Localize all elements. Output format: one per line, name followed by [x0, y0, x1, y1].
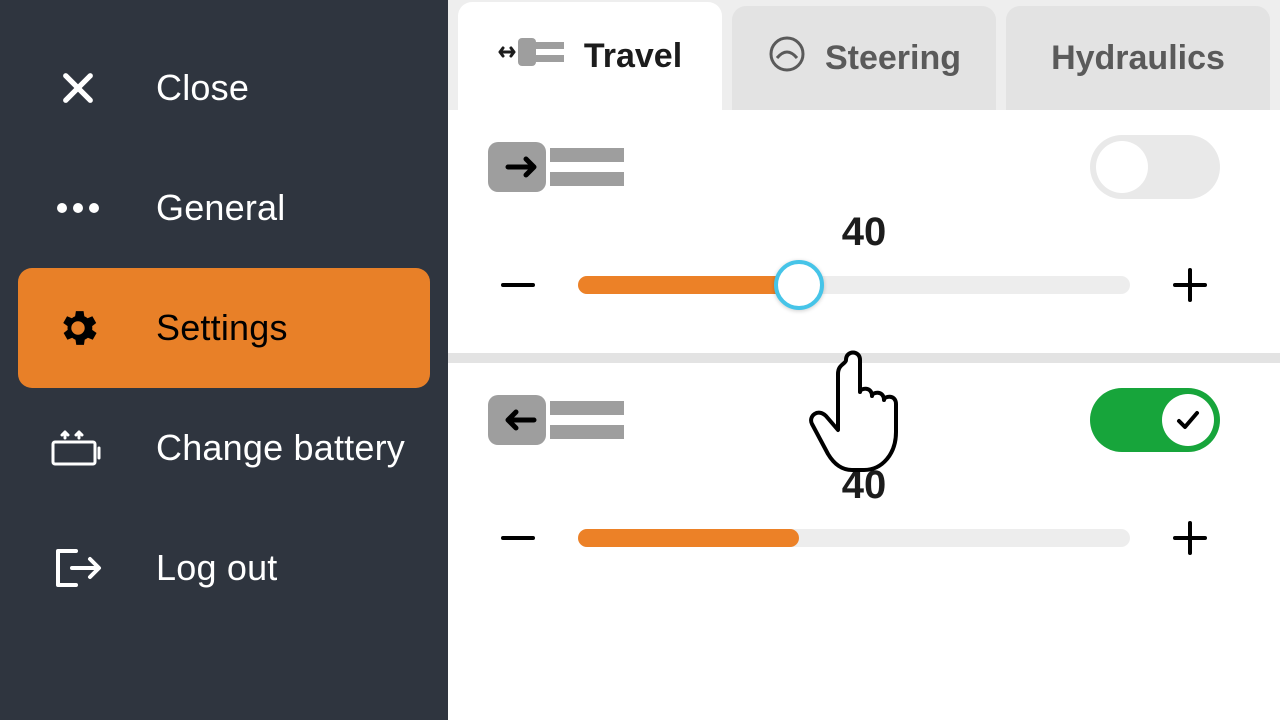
tab-hydraulics[interactable]: Hydraulics — [1006, 6, 1270, 110]
section-forward-slider-row — [448, 255, 1280, 353]
slider-fill — [578, 529, 799, 547]
sidebar-item-label: Log out — [156, 547, 278, 589]
decrease-button[interactable] — [488, 508, 548, 568]
decrease-button[interactable] — [488, 255, 548, 315]
sidebar-item-close[interactable]: Close — [18, 28, 430, 148]
section-backward-value: 40 — [448, 463, 1280, 508]
sidebar-item-log-out[interactable]: Log out — [18, 508, 430, 628]
sidebar: Close General Settings Change battery — [0, 0, 448, 720]
section-divider — [448, 353, 1280, 363]
section-backward-slider-row — [448, 508, 1280, 568]
forklift-forward-icon — [488, 132, 628, 202]
close-icon — [48, 67, 108, 109]
sidebar-item-general[interactable]: General — [18, 148, 430, 268]
sidebar-item-label: Close — [156, 67, 249, 109]
main-panel: Travel Steering Hydraulics — [448, 0, 1280, 720]
sidebar-item-settings[interactable]: Settings — [18, 268, 430, 388]
sidebar-item-label: General — [156, 187, 285, 229]
tab-label: Steering — [825, 39, 961, 78]
section-forward-value: 40 — [448, 210, 1280, 255]
increase-button[interactable] — [1160, 508, 1220, 568]
tab-travel[interactable]: Travel — [458, 2, 722, 110]
section-backward-toggle[interactable] — [1090, 388, 1220, 452]
logout-icon — [48, 547, 108, 589]
section-forward-slider[interactable] — [578, 276, 1130, 294]
section-backward-header — [448, 363, 1280, 455]
forklift-backward-icon — [488, 385, 628, 455]
tab-label: Travel — [584, 37, 682, 76]
tab-label: Hydraulics — [1051, 39, 1225, 78]
toggle-knob — [1096, 141, 1148, 193]
slider-thumb[interactable] — [774, 260, 824, 310]
tab-steering[interactable]: Steering — [732, 6, 996, 110]
more-icon — [48, 201, 108, 215]
steering-icon — [767, 34, 807, 83]
sidebar-item-change-battery[interactable]: Change battery — [18, 388, 430, 508]
section-forward-toggle[interactable] — [1090, 135, 1220, 199]
section-backward-slider[interactable] — [578, 529, 1130, 547]
settings-panel: 40 — [448, 110, 1280, 720]
sidebar-item-label: Settings — [156, 307, 288, 349]
gear-icon — [48, 305, 108, 351]
tab-bar: Travel Steering Hydraulics — [448, 0, 1280, 110]
section-forward-header — [448, 110, 1280, 202]
battery-swap-icon — [48, 428, 108, 468]
increase-button[interactable] — [1160, 255, 1220, 315]
toggle-knob — [1162, 394, 1214, 446]
travel-icon — [498, 32, 566, 81]
sidebar-item-label: Change battery — [156, 427, 405, 469]
slider-fill — [578, 276, 799, 294]
